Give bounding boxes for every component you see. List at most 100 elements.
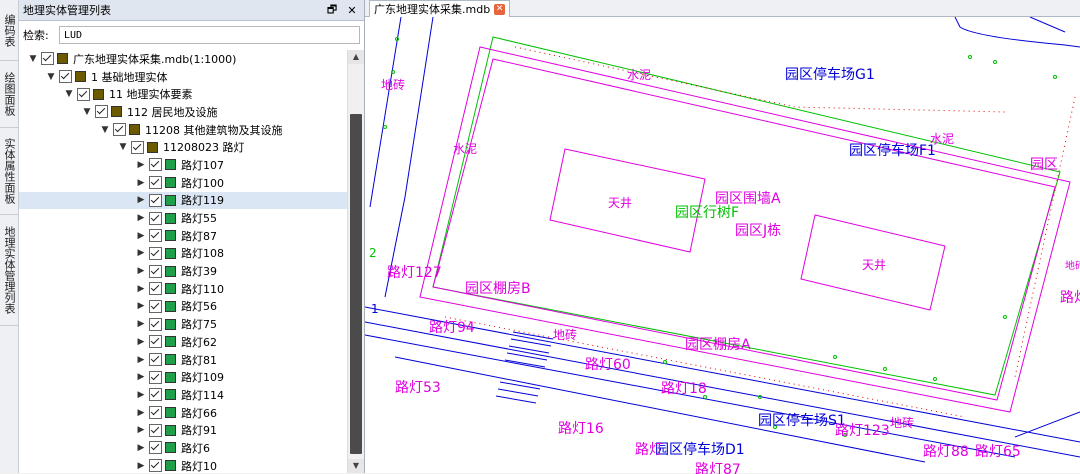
map-label-lamp[interactable]: 路灯60 <box>585 357 631 373</box>
side-tab-entity-attributes[interactable]: 实体属性面板 <box>0 128 18 215</box>
expand-arrow-icon[interactable]: ▶ <box>135 443 147 453</box>
expand-arrow-icon[interactable]: ▶ <box>135 178 147 188</box>
scroll-up-icon[interactable]: ▲ <box>348 50 364 64</box>
map-label-parking[interactable]: 园区停车场D1 <box>655 441 745 458</box>
tree-node[interactable]: ▼ 112 居民地及设施 <box>19 103 347 121</box>
tree-node[interactable]: ▶ 路灯10 <box>19 457 347 473</box>
node-checkbox[interactable] <box>59 70 72 84</box>
tree-scrollbar[interactable]: ▲ ▼ <box>347 50 364 473</box>
map-label-shed[interactable]: 园区棚房B <box>465 281 531 297</box>
map-label-lamp[interactable]: 路灯 <box>1060 290 1080 306</box>
map-label-lamp[interactable]: 路灯123 <box>835 423 890 439</box>
node-checkbox[interactable] <box>131 140 144 154</box>
node-checkbox[interactable] <box>149 423 162 437</box>
map-label-number[interactable]: 1 <box>371 302 379 316</box>
close-icon[interactable]: ✕ <box>494 3 506 15</box>
map-label-courtyard[interactable]: 天井 <box>608 196 632 210</box>
expand-arrow-icon[interactable]: ▶ <box>135 372 147 382</box>
expand-arrow-icon[interactable]: ▶ <box>135 195 147 205</box>
map-label-parking[interactable]: 园区停车场S1 <box>758 412 846 429</box>
tree-node[interactable]: ▶ 路灯91 <box>19 421 347 439</box>
map-label-lamp[interactable]: 路灯18 <box>661 381 707 397</box>
side-tab-code-table[interactable]: 编码表 <box>0 0 18 61</box>
expand-arrow-icon[interactable]: ▶ <box>135 337 147 347</box>
map-label-lamp[interactable]: 路灯65 <box>975 444 1021 460</box>
map-label-lamp[interactable]: 路灯16 <box>558 421 604 437</box>
tree-node[interactable]: ▶ 路灯100 <box>19 174 347 192</box>
node-checkbox[interactable] <box>149 335 162 349</box>
tree-node[interactable]: ▶ 路灯119 <box>19 191 347 210</box>
map-label-parking[interactable]: 园区停车场G1 <box>785 66 875 83</box>
map-label-lamp[interactable]: 路灯127 <box>387 265 442 281</box>
collapse-arrow-icon[interactable]: ▼ <box>117 142 129 152</box>
node-checkbox[interactable] <box>149 299 162 313</box>
collapse-arrow-icon[interactable]: ▼ <box>81 107 93 117</box>
map-label-courtyard[interactable]: 天井 <box>862 258 886 272</box>
expand-arrow-icon[interactable]: ▶ <box>135 301 147 311</box>
tree-node[interactable]: ▶ 路灯39 <box>19 262 347 280</box>
node-checkbox[interactable] <box>149 282 162 296</box>
node-checkbox[interactable] <box>149 441 162 455</box>
side-tab-drawing-panel[interactable]: 绘图面板 <box>0 61 18 128</box>
map-label-cement[interactable]: 水泥 <box>627 68 651 82</box>
node-checkbox[interactable] <box>149 317 162 331</box>
map-label-lamp[interactable]: 路灯53 <box>395 380 441 396</box>
map-label-parking[interactable]: 园区停车场F1 <box>849 142 936 159</box>
node-checkbox[interactable] <box>95 105 108 119</box>
node-checkbox[interactable] <box>149 176 162 190</box>
document-tab[interactable]: 广东地理实体采集.mdb ✕ <box>369 0 511 17</box>
map-label-lamp[interactable]: 路灯 <box>635 442 663 458</box>
node-checkbox[interactable] <box>41 52 54 66</box>
tree-node[interactable]: ▶ 路灯62 <box>19 333 347 351</box>
node-checkbox[interactable] <box>149 193 162 207</box>
map-label-building[interactable]: 园区J栋 <box>735 222 781 239</box>
collapse-arrow-icon[interactable]: ▼ <box>99 125 111 135</box>
expand-arrow-icon[interactable]: ▶ <box>135 248 147 258</box>
tree-node[interactable]: ▶ 路灯56 <box>19 298 347 316</box>
tree-node[interactable]: ▶ 路灯109 <box>19 368 347 386</box>
collapse-arrow-icon[interactable]: ▼ <box>45 72 57 82</box>
expand-arrow-icon[interactable]: ▶ <box>135 319 147 329</box>
tree-node[interactable]: ▼ 11208023 路灯 <box>19 138 347 156</box>
map-label-walkway[interactable]: 园区行树F <box>675 205 739 221</box>
tree-node[interactable]: ▶ 路灯107 <box>19 156 347 174</box>
tree-node[interactable]: ▼ 1 基础地理实体 <box>19 68 347 86</box>
tree-node[interactable]: ▼ 11 地理实体要素 <box>19 85 347 103</box>
map-label-brick[interactable]: 地砖 <box>1065 259 1080 272</box>
tree-node[interactable]: ▶ 路灯114 <box>19 386 347 404</box>
node-checkbox[interactable] <box>149 211 162 225</box>
expand-arrow-icon[interactable]: ▶ <box>135 284 147 294</box>
node-checkbox[interactable] <box>77 87 90 101</box>
expand-arrow-icon[interactable]: ▶ <box>135 425 147 435</box>
node-checkbox[interactable] <box>149 264 162 278</box>
expand-arrow-icon[interactable]: ▶ <box>135 213 147 223</box>
tree-node[interactable]: ▶ 路灯6 <box>19 439 347 457</box>
tree-node[interactable]: ▶ 路灯87 <box>19 227 347 245</box>
node-checkbox[interactable] <box>113 123 126 137</box>
map-label-lamp[interactable]: 路灯87 <box>695 462 741 474</box>
expand-arrow-icon[interactable]: ▶ <box>135 461 147 471</box>
node-checkbox[interactable] <box>149 370 162 384</box>
tree-node[interactable]: ▼ 11208 其他建筑物及其设施 <box>19 121 347 139</box>
expand-arrow-icon[interactable]: ▶ <box>135 408 147 418</box>
node-checkbox[interactable] <box>149 459 162 473</box>
scroll-thumb[interactable] <box>350 114 362 454</box>
map-label-shed[interactable]: 园区棚房A <box>685 337 751 353</box>
map-label-lamp[interactable]: 路灯94 <box>429 320 475 336</box>
tree-node[interactable]: ▶ 路灯66 <box>19 404 347 422</box>
tree-node[interactable]: ▶ 路灯110 <box>19 280 347 298</box>
map-label-brick[interactable]: 地砖 <box>890 415 914 430</box>
scroll-down-icon[interactable]: ▼ <box>348 459 364 473</box>
expand-arrow-icon[interactable]: ▶ <box>135 355 147 365</box>
collapse-arrow-icon[interactable]: ▼ <box>63 89 75 99</box>
map-label-brick[interactable]: 地砖 <box>381 77 405 92</box>
expand-arrow-icon[interactable]: ▶ <box>135 266 147 276</box>
restore-icon[interactable]: 🗗 <box>324 1 340 20</box>
map-canvas[interactable]: 水泥 水泥 水泥 地砖 地砖 地砖 天井 天井 地砖 园区停车场G1 园区停车场… <box>365 17 1080 474</box>
collapse-arrow-icon[interactable]: ▼ <box>27 54 39 64</box>
node-checkbox[interactable] <box>149 353 162 367</box>
tree-node[interactable]: ▶ 路灯108 <box>19 245 347 263</box>
expand-arrow-icon[interactable]: ▶ <box>135 390 147 400</box>
node-checkbox[interactable] <box>149 406 162 420</box>
expand-arrow-icon[interactable]: ▶ <box>135 160 147 170</box>
